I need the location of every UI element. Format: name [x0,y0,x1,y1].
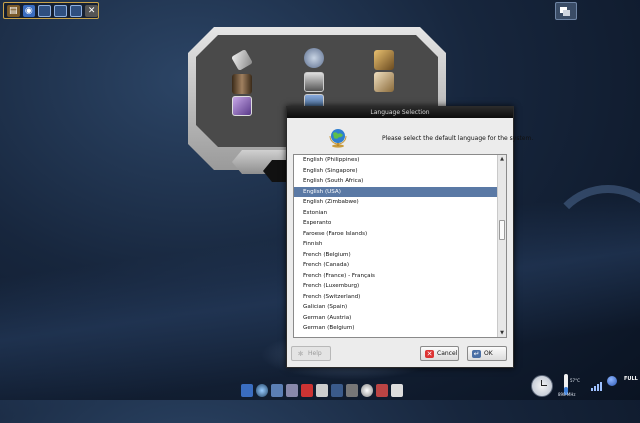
dialog-title[interactable]: Language Selection [287,107,513,118]
home-icon[interactable] [241,383,253,397]
list-scrollbar[interactable]: ▲ ▼ [497,155,506,337]
wallpaper-icon[interactable] [232,96,252,116]
trash-icon[interactable] [391,383,403,397]
packages-icon[interactable] [374,50,394,70]
ok-button[interactable]: ↵ OK [467,346,507,361]
language-list-item[interactable]: Esperanto [294,218,497,229]
dialog-message: Please select the default language for t… [382,135,534,142]
language-rows: English (Philippines) English (Singapore)… [294,155,506,334]
temperature-readout: 57°C [570,378,580,383]
cpu-readout: 898 MHz [558,392,576,397]
drives-icon[interactable] [374,72,394,92]
globe-icon [329,129,347,148]
browser-icon[interactable]: ◉ [22,4,36,17]
calendar-icon[interactable] [316,383,328,397]
settings-icon[interactable]: ✕ [85,4,98,17]
language-dialog: Language Selection Please select the def… [286,106,533,368]
folder-icon[interactable]: ▤ [7,4,20,17]
help-icon: ✱ [297,349,304,358]
files-icon[interactable] [271,383,283,397]
quick-launch-bar: ▤ ◉ ✕ [3,2,99,19]
clock-icon[interactable] [531,375,553,397]
language-list-item[interactable]: English (Singapore) [294,166,497,177]
language-list-item[interactable]: Finnish [294,239,497,250]
battery-status[interactable]: FULL [624,376,638,382]
ok-icon: ↵ [472,349,481,358]
language-list-item[interactable]: German (Austria) [294,313,497,324]
network-icon[interactable] [346,383,358,397]
cancel-button[interactable]: ✕ Cancel [420,346,459,361]
network-icon[interactable] [304,48,324,68]
scroll-down-icon[interactable]: ▼ [498,329,506,337]
language-list-item[interactable]: Galician (Spain) [294,302,497,313]
language-list-item[interactable]: German (Belgium) [294,323,497,334]
monitor-icon[interactable] [38,4,51,17]
language-list-item[interactable]: English (Philippines) [294,155,497,166]
language-list-item[interactable]: French (Belgium) [294,250,497,261]
cancel-button-label: Cancel [437,350,458,357]
browser-icon[interactable] [256,383,268,397]
language-list-item[interactable]: English (Zimbabwe) [294,197,497,208]
scroll-up-icon[interactable]: ▲ [498,155,506,163]
image-viewer-icon[interactable] [376,383,388,397]
speakers-icon[interactable] [232,74,252,94]
help-button-label: Help [308,350,322,357]
scroll-thumb[interactable] [499,220,505,240]
ok-button-label: OK [484,350,493,357]
network-status-icon[interactable] [607,376,617,386]
language-list-item[interactable]: French (Switzerland) [294,292,497,303]
display-icon[interactable] [304,72,324,92]
language-list-item[interactable]: Faroese (Faroe Islands) [294,229,497,240]
language-list-item[interactable]: English (USA) [294,186,497,197]
text-editor-icon[interactable] [286,383,298,397]
disc-icon[interactable] [361,383,373,397]
language-list-item[interactable]: French (France) - Français [294,271,497,282]
language-list[interactable]: English (Philippines) English (Singapore)… [293,154,507,338]
language-list-item[interactable]: English (South Africa) [294,176,497,187]
language-list-item[interactable]: French (Luxemburg) [294,281,497,292]
monitor-icon-3[interactable] [69,4,83,17]
language-list-item[interactable]: Estonian [294,208,497,219]
show-desktop-icon[interactable] [555,2,577,20]
monitor-icon-2[interactable] [53,4,67,17]
help-button[interactable]: ✱ Help [291,346,331,361]
bottom-dock [237,380,403,400]
terminal-icon[interactable] [331,383,343,397]
wifi-signal-icon[interactable] [591,382,602,391]
media-icon[interactable] [301,383,313,397]
cancel-icon: ✕ [425,349,434,358]
dialog-header: Please select the default language for t… [287,118,533,156]
language-list-item[interactable]: French (Canada) [294,260,497,271]
